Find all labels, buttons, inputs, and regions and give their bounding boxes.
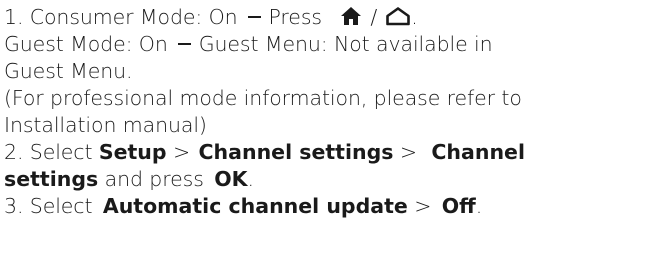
select-text: 3. Select (4, 194, 93, 218)
guest-mode-line: Guest Mode: On Guest Menu: Not available … (4, 31, 650, 58)
channel-settings-menu-item: Channel settings (198, 140, 394, 164)
ok-key-label: OK (214, 167, 248, 191)
off-option: Off (441, 194, 476, 218)
press-text: Press (268, 5, 323, 29)
dash-icon (177, 42, 191, 46)
channel-settings-submenu-item-1: Channel (431, 140, 525, 164)
channel-settings-submenu-item-2: settings (4, 167, 99, 191)
step-2-line-1: 2. Select Setup > Channel settings > Cha… (4, 139, 650, 166)
instructions-block: 1. Consumer Mode: On Press / . Guest Mode… (4, 4, 650, 220)
and-press-text: and press (104, 167, 204, 191)
select-text: 2. Select (4, 140, 93, 164)
guest-mode-text: Guest Mode: On (4, 32, 168, 56)
gt-separator: > (414, 194, 432, 218)
guest-menu-line-2: Guest Menu. (4, 58, 650, 85)
guest-menu-text-2: Guest Menu. (4, 59, 133, 83)
gt-separator: > (173, 140, 191, 164)
period-text: . (247, 167, 255, 191)
separator-text: / (370, 5, 378, 29)
period-text: . (411, 5, 418, 29)
guest-menu-text-1: Guest Menu: Not available in (198, 32, 493, 56)
dash-icon (247, 15, 261, 19)
step-1-line: 1. Consumer Mode: On Press / . (4, 4, 650, 31)
home-filled-icon (340, 6, 362, 26)
step-3-line: 3. Select Automatic channel update > Off… (4, 193, 650, 220)
note-text-1: (For professional mode information, plea… (4, 86, 522, 110)
period-text: . (475, 194, 483, 218)
step-2-line-2: settings and press OK. (4, 166, 650, 193)
consumer-mode-text: 1. Consumer Mode: On (4, 5, 238, 29)
note-line-1: (For professional mode information, plea… (4, 85, 650, 112)
setup-menu-item: Setup (98, 140, 167, 164)
note-text-2: Installation manual) (4, 113, 207, 137)
gt-separator: > (399, 140, 417, 164)
note-line-2: Installation manual) (4, 112, 650, 139)
home-outline-icon (385, 6, 411, 26)
automatic-channel-update-item: Automatic channel update (102, 194, 408, 218)
